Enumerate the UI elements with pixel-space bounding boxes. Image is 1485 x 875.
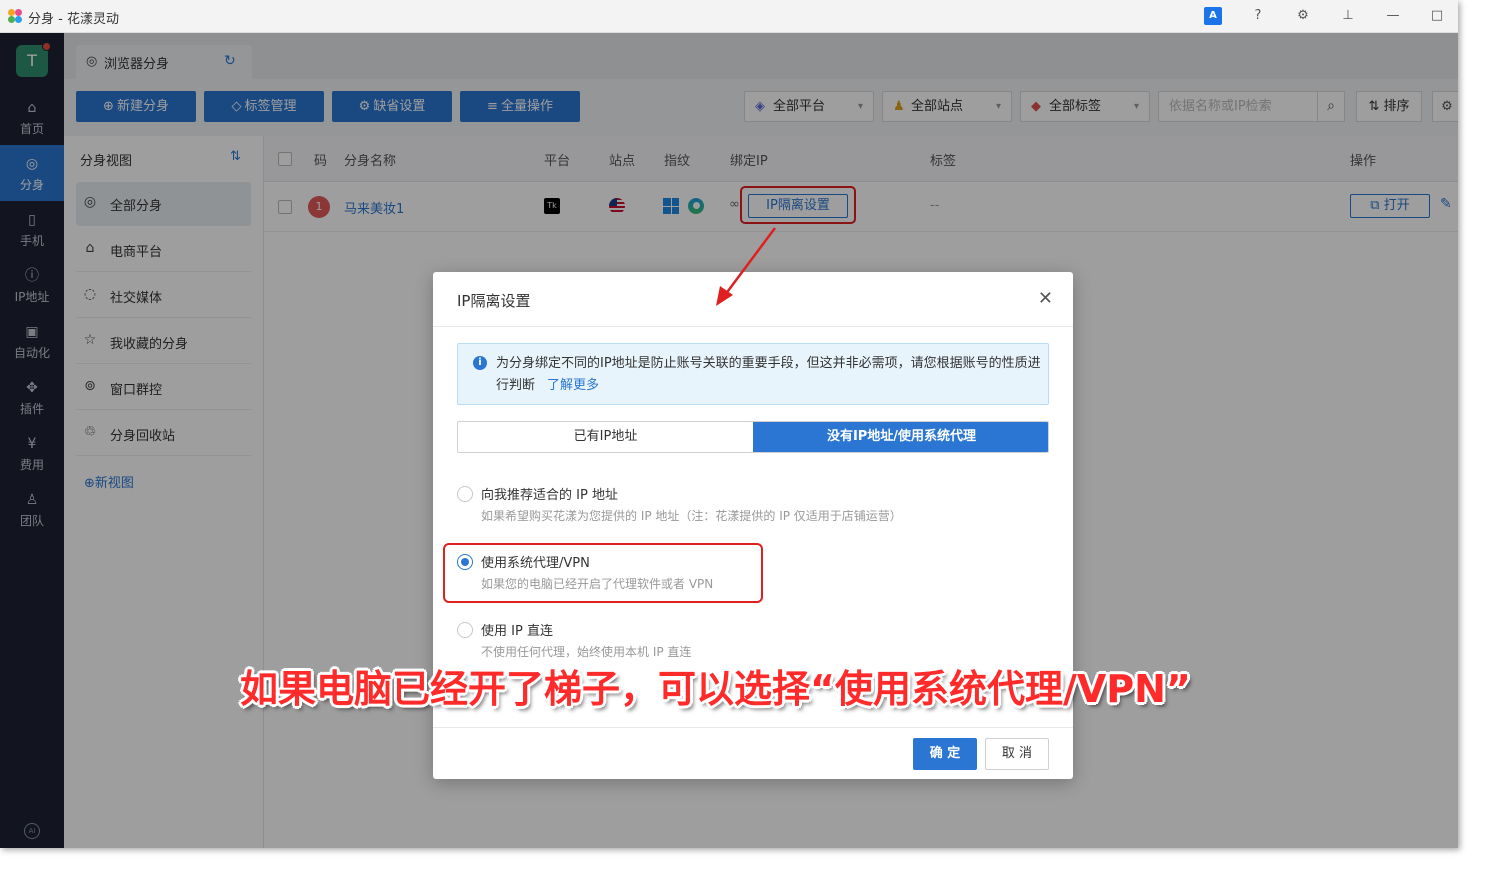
- title-bar: 分身 - 花漾灵动 A ? ⚙ ⊥ — □: [0, 0, 1458, 33]
- close-icon[interactable]: ✕: [1038, 288, 1053, 309]
- radio-button[interactable]: [457, 622, 473, 638]
- dialog-title: IP隔离设置: [457, 292, 531, 310]
- radio-button[interactable]: [457, 486, 473, 502]
- info-icon: i: [473, 356, 487, 370]
- dialog-header: IP隔离设置 ✕: [433, 272, 1073, 327]
- info-text: 为分身绑定不同的IP地址是防止账号关联的重要手段，但这并非必需项，请您根据账号的…: [496, 353, 1041, 397]
- app-logo-icon: [8, 9, 22, 23]
- cancel-button[interactable]: 取 消: [985, 738, 1049, 770]
- option-description: 如果希望购买花漾为您提供的 IP 地址（注：花漾提供的 IP 仅适用于店铺运营）: [481, 509, 902, 523]
- annotation-caption: 如果电脑已经开了梯子，可以选择“使用系统代理/VPN”: [240, 667, 1191, 711]
- option-label: 使用 IP 直连: [481, 624, 553, 639]
- option-label: 向我推荐适合的 IP 地址: [481, 488, 618, 503]
- learn-more-link[interactable]: 了解更多: [547, 378, 599, 393]
- maximize-icon[interactable]: □: [1428, 7, 1446, 25]
- option-highlight: [443, 543, 763, 603]
- gear-icon[interactable]: ⚙: [1294, 7, 1312, 25]
- translate-icon[interactable]: A: [1204, 7, 1222, 25]
- window-title: 分身 - 花漾灵动: [28, 12, 119, 27]
- segment-has-ip[interactable]: 已有IP地址: [458, 422, 753, 452]
- segment-no-ip[interactable]: 没有IP地址/使用系统代理: [753, 422, 1048, 452]
- dialog-footer: 确 定 取 消: [433, 727, 1073, 779]
- help-icon[interactable]: ?: [1249, 7, 1267, 25]
- option-recommend-ip[interactable]: 向我推荐适合的 IP 地址 如果希望购买花漾为您提供的 IP 地址（注：花漾提供…: [457, 483, 1017, 533]
- ip-mode-segmented-control: 已有IP地址 没有IP地址/使用系统代理: [457, 421, 1049, 453]
- confirm-button[interactable]: 确 定: [913, 738, 977, 770]
- info-alert: i 为分身绑定不同的IP地址是防止账号关联的重要手段，但这并非必需项，请您根据账…: [457, 343, 1049, 405]
- minimize-icon[interactable]: —: [1384, 7, 1402, 25]
- pin-icon[interactable]: ⊥: [1339, 7, 1357, 25]
